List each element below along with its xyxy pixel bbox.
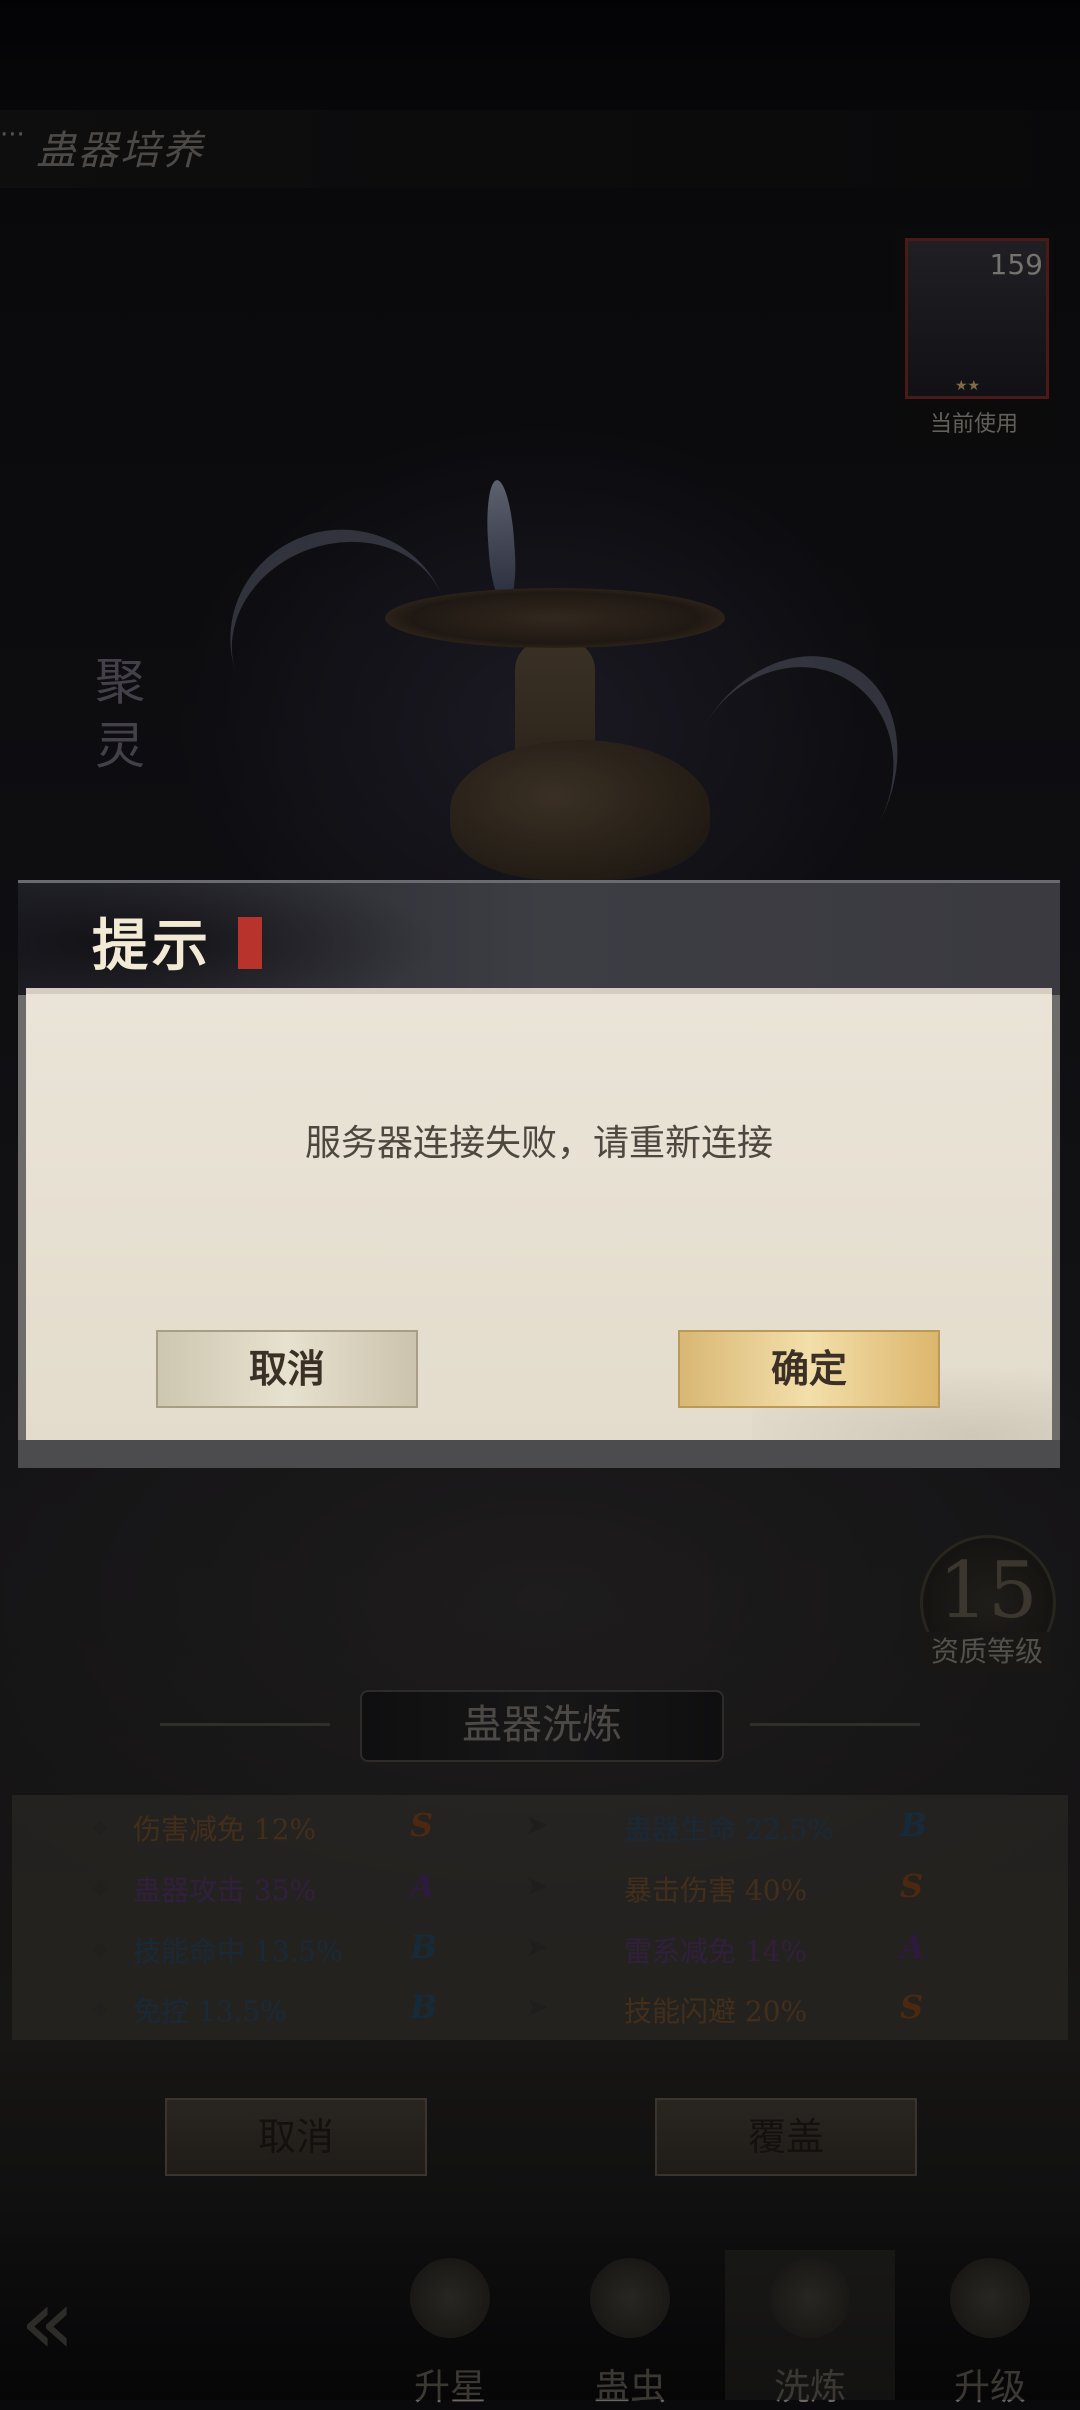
dialog-title: 提示 [92, 913, 212, 979]
dialog-cancel-button[interactable]: 取消 [156, 1330, 418, 1408]
dialog-footer-edge [18, 1440, 1060, 1468]
dialog-message: 服务器连接失败，请重新连接 [304, 1123, 773, 1164]
dialog-confirm-button[interactable]: 确定 [678, 1330, 940, 1408]
dialog-header: 提示 [18, 880, 1060, 995]
dialog-seal-stamp [238, 917, 262, 969]
dialog-body: 服务器连接失败，请重新连接 取消 确定 [26, 988, 1052, 1446]
alert-dialog: 提示 服务器连接失败，请重新连接 取消 确定 [18, 880, 1060, 1468]
